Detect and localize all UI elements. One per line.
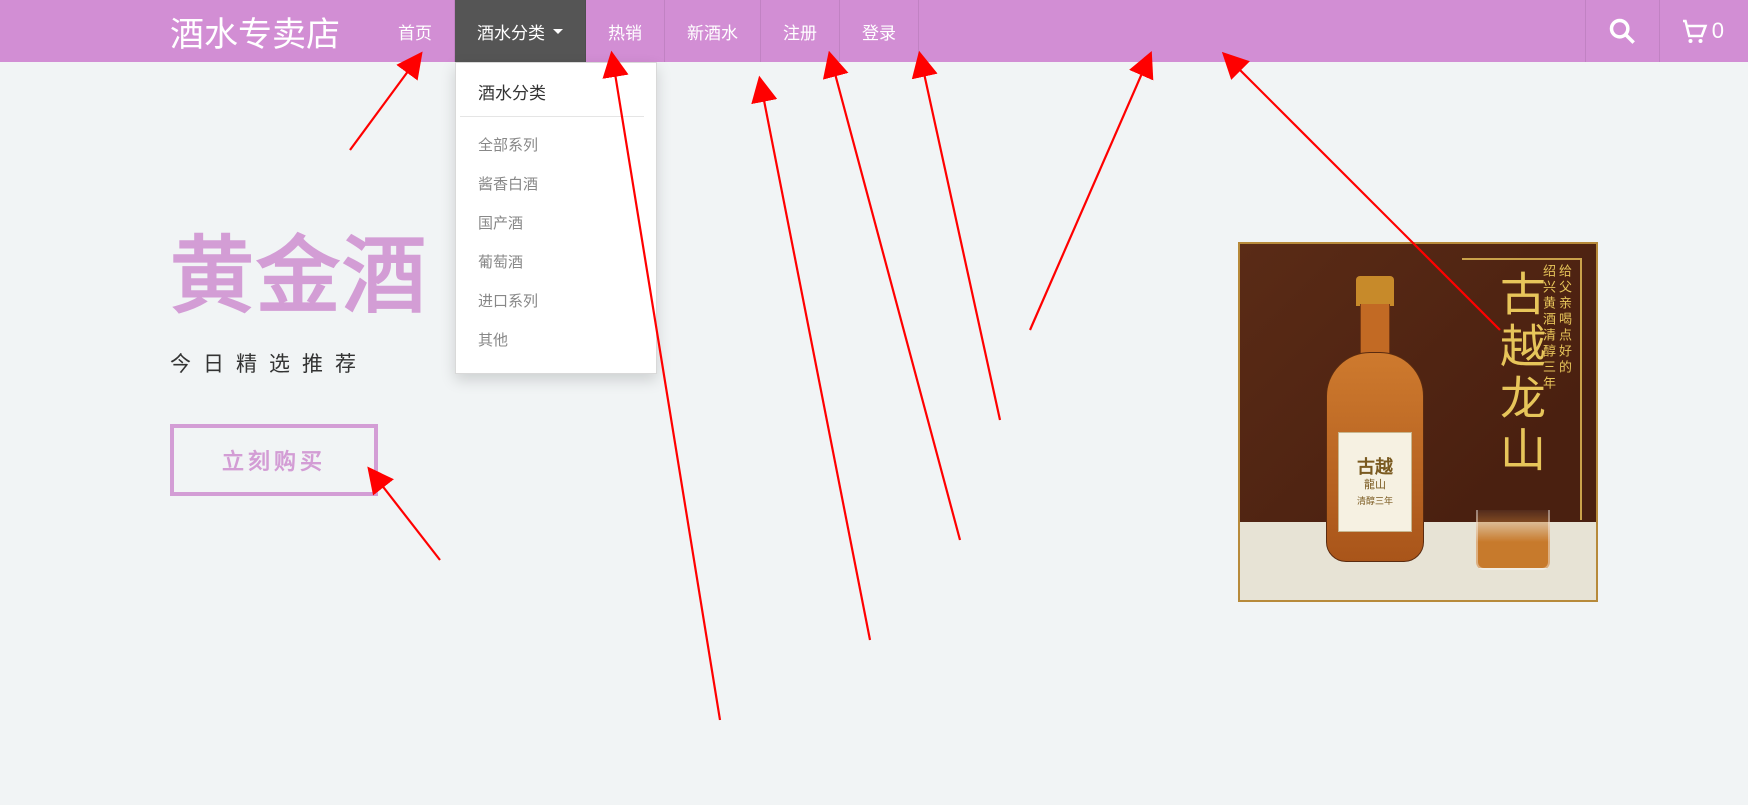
nav-item-home[interactable]: 首页 — [376, 0, 455, 62]
nav-item-register[interactable]: 注册 — [761, 0, 840, 62]
dropdown-item-domestic[interactable]: 国产酒 — [456, 203, 656, 242]
nav-item-label: 注册 — [783, 19, 817, 44]
nav-item-label: 酒水分类 — [477, 19, 545, 44]
nav-item-label: 登录 — [862, 19, 896, 44]
cart-icon — [1678, 16, 1708, 46]
nav-spacer — [919, 0, 1585, 62]
cart-count: 0 — [1712, 18, 1724, 44]
brand-title: 酒水专卖店 — [0, 0, 376, 62]
label-small: 龍山 — [1364, 479, 1386, 492]
cart-button[interactable]: 0 — [1659, 0, 1748, 62]
dropdown-item-baijiu[interactable]: 酱香白酒 — [456, 164, 656, 203]
hero-title: 黄金酒 — [170, 232, 428, 320]
label-sub: 清醇三年 — [1357, 496, 1393, 507]
dropdown-item-wine[interactable]: 葡萄酒 — [456, 242, 656, 281]
nav-item-label: 新酒水 — [687, 19, 738, 44]
hero-subtitle: 今日精选推荐 — [170, 348, 428, 378]
hero-product-image: 给父亲喝点好的 绍兴黄酒清醇三年 古越龙山 古越 龍山 清醇三年 — [1238, 242, 1598, 602]
dropdown-item-other[interactable]: 其他 — [456, 320, 656, 359]
nav-item-categories[interactable]: 酒水分类 酒水分类 全部系列 酱香白酒 国产酒 葡萄酒 进口系列 其他 — [455, 0, 586, 62]
hero-section: 黄金酒 今日精选推荐 立刻购买 给父亲喝点好的 绍兴黄酒清醇三年 古越龙山 古越… — [0, 62, 1748, 722]
nav-item-login[interactable]: 登录 — [840, 0, 919, 62]
nav-items: 首页 酒水分类 酒水分类 全部系列 酱香白酒 国产酒 葡萄酒 进口系列 其他 热… — [376, 0, 919, 62]
nav-item-label: 首页 — [398, 19, 432, 44]
top-navbar: 酒水专卖店 首页 酒水分类 酒水分类 全部系列 酱香白酒 国产酒 葡萄酒 进口系… — [0, 0, 1748, 62]
dropdown-title: 酒水分类 — [460, 77, 644, 117]
buy-now-button[interactable]: 立刻购买 — [170, 424, 378, 496]
search-button[interactable] — [1585, 0, 1659, 62]
label-big: 古越 — [1357, 457, 1393, 479]
nav-item-hot[interactable]: 热销 — [586, 0, 665, 62]
categories-dropdown: 酒水分类 全部系列 酱香白酒 国产酒 葡萄酒 进口系列 其他 — [455, 62, 657, 374]
product-vertical-title: 古越龙山 — [1496, 270, 1542, 478]
nav-item-new[interactable]: 新酒水 — [665, 0, 761, 62]
chevron-down-icon — [553, 29, 563, 34]
dropdown-item-import[interactable]: 进口系列 — [456, 281, 656, 320]
search-icon — [1608, 17, 1636, 45]
nav-item-label: 热销 — [608, 19, 642, 44]
hero-left: 黄金酒 今日精选推荐 立刻购买 — [170, 232, 428, 496]
dropdown-item-all[interactable]: 全部系列 — [456, 125, 656, 164]
bottle-icon: 古越 龍山 清醇三年 — [1320, 276, 1430, 576]
glass-icon — [1476, 510, 1550, 570]
